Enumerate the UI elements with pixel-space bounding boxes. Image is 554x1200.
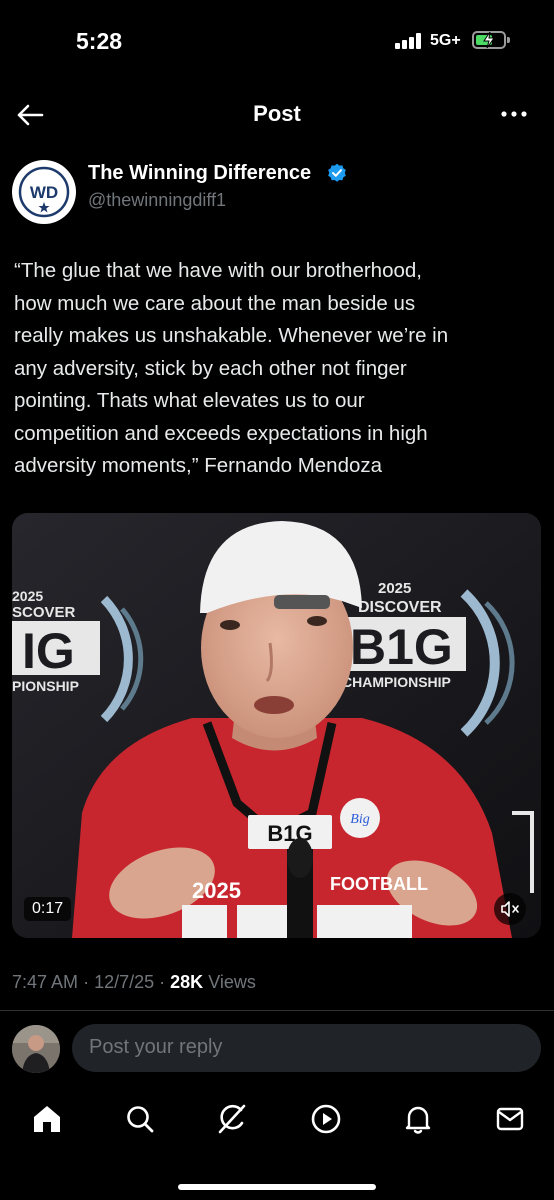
home-icon bbox=[34, 1106, 60, 1132]
reply-input[interactable]: Post your reply bbox=[72, 1024, 541, 1072]
signal-icon bbox=[395, 33, 425, 49]
svg-text:SCOVER: SCOVER bbox=[12, 604, 76, 621]
svg-text:DISCOVER: DISCOVER bbox=[358, 599, 442, 616]
shirt-text-left: 2025 bbox=[192, 878, 241, 903]
tab-video[interactable] bbox=[308, 1101, 344, 1137]
user-avatar[interactable] bbox=[12, 1025, 60, 1073]
author-avatar[interactable]: WD bbox=[12, 160, 76, 224]
post-header: Post bbox=[0, 85, 554, 145]
post-text-line: how much we care about the man beside us bbox=[14, 291, 416, 315]
meta-separator: · bbox=[83, 972, 95, 992]
svg-text:IG: IG bbox=[22, 623, 75, 679]
svg-text:PIONSHIP: PIONSHIP bbox=[12, 678, 79, 694]
post-date: 12/7/25 bbox=[94, 972, 155, 992]
svg-text:2025: 2025 bbox=[378, 580, 411, 597]
battery-icon bbox=[472, 31, 510, 49]
verified-badge-icon bbox=[327, 163, 347, 183]
tab-grok[interactable] bbox=[214, 1101, 250, 1137]
play-icon bbox=[311, 1104, 341, 1134]
post-text-line: competition and exceeds expectations in … bbox=[14, 421, 428, 445]
post-text-line: any adversity, stick by each other not f… bbox=[14, 356, 407, 380]
status-bar: 5:28 5G+ bbox=[0, 0, 554, 80]
svg-text:2025: 2025 bbox=[12, 588, 43, 604]
tab-notifications[interactable] bbox=[400, 1101, 436, 1137]
mail-icon bbox=[496, 1107, 524, 1131]
grok-icon bbox=[218, 1104, 246, 1134]
video-duration: 0:17 bbox=[24, 897, 72, 921]
post-text-line: pointing. Thats what elevates us to our bbox=[14, 389, 365, 412]
video-player[interactable]: 2025 SCOVER IG PIONSHIP 2025 DISCOVER B1… bbox=[12, 513, 541, 938]
avatar-logo-text: WD bbox=[30, 183, 58, 202]
post-time: 7:47 AM bbox=[12, 972, 79, 992]
video-frame: 2025 SCOVER IG PIONSHIP 2025 DISCOVER B1… bbox=[12, 513, 541, 938]
more-icon bbox=[501, 111, 527, 117]
more-options-button[interactable] bbox=[496, 99, 532, 129]
post-text-line: adversity moments,” Fernando Mendoza bbox=[14, 454, 383, 477]
bell-icon bbox=[405, 1106, 431, 1134]
svg-text:B1G: B1G bbox=[350, 619, 453, 675]
shirt-patch-text: Big bbox=[350, 812, 369, 827]
speaker-muted-icon bbox=[501, 901, 519, 917]
divider bbox=[0, 1010, 554, 1011]
tab-search[interactable] bbox=[122, 1101, 158, 1137]
post-text-line: really makes us unshakable. Whenever we’… bbox=[14, 324, 449, 347]
shirt-text-right: FOOTBALL bbox=[330, 874, 428, 894]
mute-button[interactable] bbox=[494, 893, 526, 925]
post-text-line: “The glue that we have with our brotherh… bbox=[14, 259, 422, 282]
post-text: “The glue that we have with our brotherh… bbox=[14, 255, 534, 483]
views-label[interactable]: Views bbox=[208, 972, 256, 992]
search-icon bbox=[127, 1106, 154, 1133]
status-time: 5:28 bbox=[76, 28, 123, 54]
views-count[interactable]: 28K bbox=[170, 972, 203, 992]
author-name[interactable]: The Winning Difference bbox=[88, 162, 311, 185]
meta-separator: · bbox=[159, 972, 171, 992]
post-meta: 7:47 AM · 12/7/25 · 28K Views bbox=[12, 972, 256, 993]
bottom-tab-bar bbox=[0, 1085, 554, 1155]
home-indicator bbox=[178, 1184, 376, 1190]
tab-messages[interactable] bbox=[492, 1101, 528, 1137]
svg-text:CHAMPIONSHIP: CHAMPIONSHIP bbox=[342, 674, 451, 690]
network-label: 5G+ bbox=[430, 32, 461, 49]
tab-home[interactable] bbox=[29, 1101, 65, 1137]
author-handle[interactable]: @thewinningdiff1 bbox=[88, 190, 226, 211]
page-title: Post bbox=[253, 101, 301, 126]
